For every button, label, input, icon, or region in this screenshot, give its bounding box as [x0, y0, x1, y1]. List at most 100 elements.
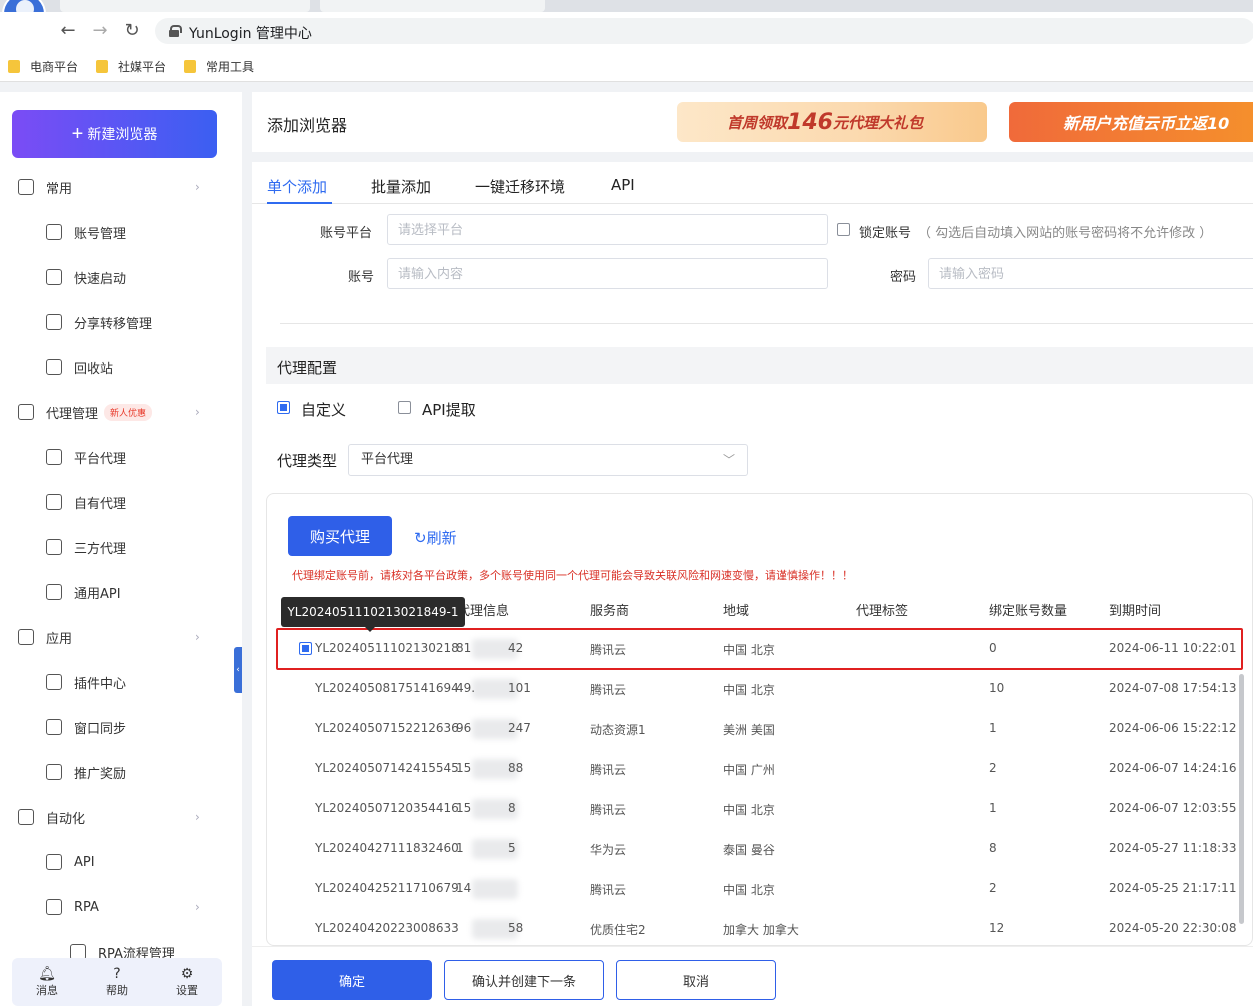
- proxy-table-row[interactable]: YL20240507152212636 96 247 动态资源1 美洲 美国 1 2024-…: [267, 709, 1252, 749]
- footer-label: 消息: [36, 984, 58, 997]
- share-transfer-icon: [46, 314, 62, 330]
- cancel-button[interactable]: 取消: [616, 960, 776, 1000]
- custom-proxy-radio[interactable]: [277, 401, 290, 414]
- lock-account-checkbox[interactable]: [837, 223, 850, 236]
- promo-banner-recharge[interactable]: 新用户充值云币立返10: [1009, 102, 1253, 142]
- settings-button[interactable]: ⚙ 设置: [176, 966, 198, 998]
- sidebar-item[interactable]: 常用 ›: [0, 172, 242, 202]
- proxy-table-row[interactable]: YL20240508175141694 49. 101 腾讯云 中国 北京 10 2024-…: [267, 669, 1252, 709]
- new-user-badge: 新人优惠: [104, 403, 153, 421]
- sidebar-item[interactable]: 回收站: [0, 352, 242, 382]
- provider-cell: 腾讯云: [590, 683, 627, 697]
- region-cell: 泰国 曼谷: [723, 843, 775, 857]
- proxy-table-row[interactable]: YL20240420223008633 58 优质住宅2 加拿大 加拿大 12 2024-…: [267, 909, 1252, 945]
- sidebar-item[interactable]: 窗口同步: [0, 712, 242, 742]
- proxy-ip-cell: 1: [456, 841, 464, 855]
- proxy-ip-cell: 5: [508, 841, 516, 855]
- api-extract-radio[interactable]: [398, 401, 411, 414]
- settings-icon: ⚙: [180, 966, 194, 982]
- bookmark-ecommerce[interactable]: 电商平台: [8, 56, 78, 76]
- sidebar-item[interactable]: API: [0, 847, 242, 877]
- region-cell: 美洲 美国: [723, 723, 775, 737]
- sidebar-item[interactable]: 自动化 ›: [0, 802, 242, 832]
- account-input[interactable]: [387, 258, 828, 289]
- sidebar-item[interactable]: 快速启动: [0, 262, 242, 292]
- expire-cell: 2024-07-08 17:54:13: [1109, 681, 1237, 695]
- confirm-button[interactable]: 确定: [272, 960, 432, 1000]
- sidebar-item[interactable]: 应用 ›: [0, 622, 242, 652]
- sidebar-item[interactable]: 分享转移管理: [0, 307, 242, 337]
- bookmarks-bar: 电商平台 社媒平台 常用工具: [0, 50, 1253, 82]
- expire-cell: 2024-05-27 11:18:33: [1109, 841, 1237, 855]
- promo-text: 首周领取: [727, 113, 788, 132]
- sidebar-item-label: 插件中心: [74, 676, 127, 692]
- proxy-type-value: 平台代理: [361, 452, 414, 467]
- bookmark-label: 社媒平台: [118, 59, 167, 74]
- provider-cell: 腾讯云: [590, 803, 627, 817]
- promo-banner-gift[interactable]: 首周领取 146 元代理大礼包: [677, 102, 987, 142]
- proxy-table-row[interactable]: YL20240425211710679 14 腾讯云 中国 北京 2 2024-05-25…: [267, 869, 1252, 909]
- proxy-table-row[interactable]: YL20240507120354416 15 8 腾讯云 中国 北京 1 2024-06-0…: [267, 789, 1252, 829]
- back-arrow-icon[interactable]: ←: [57, 20, 79, 42]
- refresh-button[interactable]: ↻刷新: [414, 527, 457, 548]
- sidebar-item-label: 推广奖励: [74, 766, 127, 782]
- table-scrollbar[interactable]: [1239, 674, 1244, 924]
- reload-icon[interactable]: ↻: [121, 20, 143, 42]
- sidebar-item[interactable]: 代理管理 新人优惠 ›: [0, 397, 242, 427]
- help-button[interactable]: ? 帮助: [106, 966, 128, 998]
- sidebar-item[interactable]: RPA ›: [0, 892, 242, 922]
- footer-label: 帮助: [106, 984, 128, 997]
- omnibox[interactable]: YunLogin 管理中心: [155, 18, 1253, 44]
- user-list-icon: [46, 224, 62, 240]
- proxy-table-row[interactable]: YL20240427111832460 1 5 华为云 泰国 曼谷 8 2024-05-27…: [267, 829, 1252, 869]
- third-party-icon: [46, 539, 62, 555]
- tab-api[interactable]: API: [611, 176, 635, 194]
- proxy-id-cell: YL20240507142415545: [315, 761, 459, 775]
- tab-single-add[interactable]: 单个添加: [267, 176, 327, 197]
- password-input[interactable]: [928, 258, 1253, 289]
- new-browser-button[interactable]: + 新建浏览器: [12, 110, 217, 158]
- promo-text: 元代理大礼包: [832, 113, 923, 132]
- bookmark-social[interactable]: 社媒平台: [96, 56, 166, 76]
- expire-cell: 2024-06-07 12:03:55: [1109, 801, 1237, 815]
- sidebar-item[interactable]: 三方代理: [0, 532, 242, 562]
- proxy-type-select[interactable]: 平台代理 ﹀: [348, 444, 748, 476]
- confirm-and-next-button[interactable]: 确认并创建下一条: [444, 960, 604, 1000]
- browser-tab[interactable]: [60, 0, 310, 12]
- sidebar-item[interactable]: 推广奖励: [0, 757, 242, 787]
- browser-tab[interactable]: [320, 0, 545, 12]
- proxy-table-row[interactable]: YL20240507142415545 15 88 腾讯云 中国 广州 2 2024-06-…: [267, 749, 1252, 789]
- sidebar-item[interactable]: 自有代理: [0, 487, 242, 517]
- forward-arrow-icon[interactable]: →: [89, 20, 111, 42]
- expire-cell: 2024-05-20 22:30:08: [1109, 921, 1237, 935]
- tab-bar: 单个添加 批量添加 一键迁移环境 API: [252, 162, 1253, 204]
- home-icon: [18, 179, 34, 195]
- bound-count-cell: 10: [989, 681, 1005, 695]
- provider-cell: 华为云: [590, 843, 627, 857]
- platform-select[interactable]: [387, 214, 828, 245]
- tab-batch-add[interactable]: 批量添加: [371, 176, 431, 197]
- buy-proxy-button[interactable]: 购买代理: [288, 516, 392, 556]
- collapse-sidebar-handle[interactable]: ‹: [234, 647, 242, 693]
- messages-button[interactable]: 🔔︎ 消息: [36, 966, 58, 998]
- provider-cell: 优质住宅2: [590, 923, 646, 937]
- region-cell: 加拿大 加拿大: [723, 923, 799, 937]
- column-header-bound-count: 绑定账号数量: [989, 604, 1068, 619]
- lock-account-hint: （ 勾选后自动填入网站的账号密码将不允许修改 ）: [918, 226, 1213, 241]
- refresh-icon: ↻: [414, 529, 427, 547]
- browser-tab-strip: [0, 0, 1253, 12]
- sidebar-item-label: 自动化: [46, 811, 86, 827]
- sidebar-item[interactable]: 插件中心: [0, 667, 242, 697]
- chevron-right-icon: ›: [195, 405, 200, 419]
- tab-migrate-env[interactable]: 一键迁移环境: [475, 176, 565, 197]
- sidebar-item[interactable]: 通用API: [0, 577, 242, 607]
- sidebar-item-label: 常用: [46, 181, 73, 197]
- expire-cell: 2024-06-07 14:24:16: [1109, 761, 1237, 775]
- proxy-ip-cell: 15: [456, 801, 472, 815]
- sidebar-item[interactable]: 平台代理: [0, 442, 242, 472]
- proxy-warning: 代理绑定账号前，请核对各平台政策，多个账号使用同一个代理可能会导致关联风险和网速…: [292, 569, 853, 582]
- sidebar-item[interactable]: 账号管理: [0, 217, 242, 247]
- proxy-ip-cell: 14: [456, 881, 472, 895]
- bookmark-tools[interactable]: 常用工具: [184, 56, 254, 76]
- sidebar-item-label: 代理管理: [46, 406, 99, 422]
